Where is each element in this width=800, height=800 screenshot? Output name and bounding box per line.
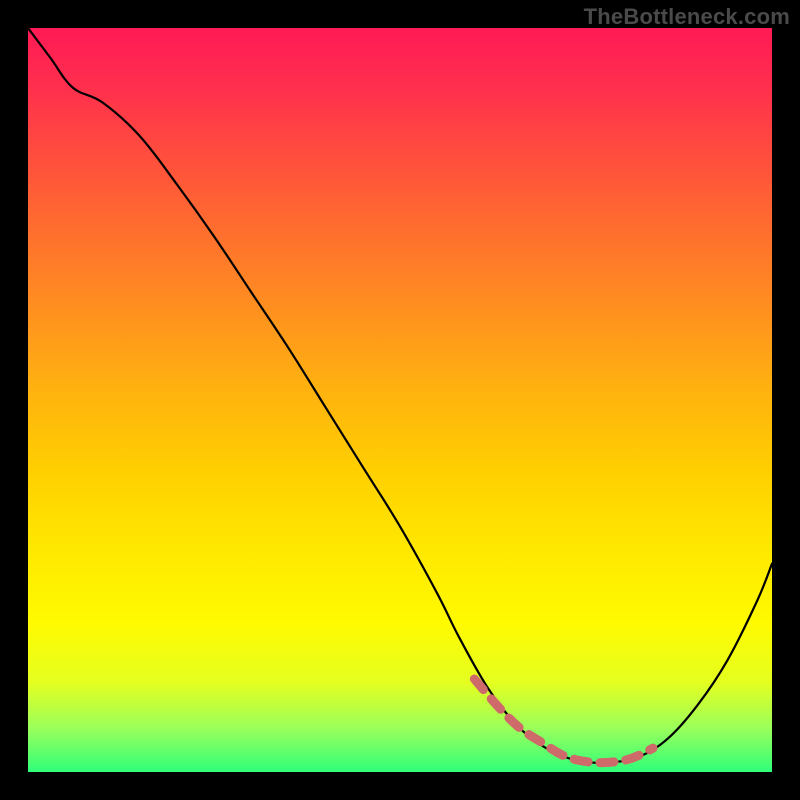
- chart-frame: TheBottleneck.com: [0, 0, 800, 800]
- watermark-label: TheBottleneck.com: [584, 4, 790, 30]
- curve-line: [28, 28, 772, 763]
- overlay-segment: [474, 679, 653, 763]
- chart-svg: [28, 28, 772, 772]
